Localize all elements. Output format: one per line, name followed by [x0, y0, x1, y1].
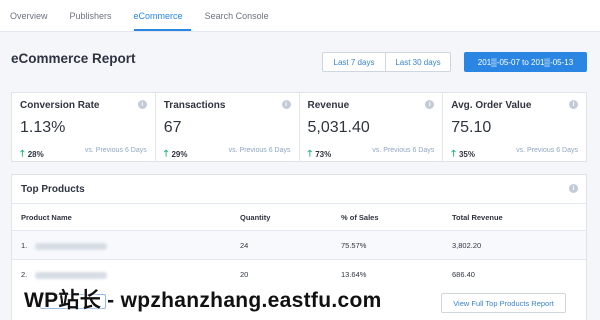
stat-value: 75.10	[451, 119, 492, 136]
watermark: WP站长 - wpzhanzhang.eastfu.com	[24, 289, 382, 312]
stat-change-value: 73%	[315, 149, 332, 159]
percent-sales-cell: 75.57%	[341, 241, 367, 250]
last-7-days-button[interactable]: Last 7 days	[322, 52, 386, 72]
row-index: 2.	[21, 270, 28, 279]
arrow-up-icon: 🡑	[451, 148, 456, 158]
tab-publishers[interactable]: Publishers	[70, 0, 120, 31]
info-icon[interactable]: i	[425, 100, 435, 109]
stat-compare: vs. Previous 6 Days	[372, 147, 435, 154]
stat-revenue: Revenue i 5,031.40 🡑 73% vs. Previous 6 D…	[300, 93, 444, 161]
stat-conversion-rate: Conversion Rate i 1.13% 🡑 28% vs. Previou…	[12, 93, 156, 161]
table-header: Product Name Quantity % of Sales Total R…	[12, 204, 586, 230]
stat-compare: vs. Previous 6 Days	[84, 147, 147, 154]
info-icon[interactable]: i	[137, 100, 147, 109]
info-icon[interactable]: i	[569, 184, 578, 193]
stat-value: 5,031.40	[307, 119, 370, 136]
column-header-quantity: Quantity	[240, 213, 271, 222]
arrow-up-icon: 🡑	[163, 148, 169, 158]
table-row: 1. 24 75.57% 3,802.20	[12, 230, 586, 259]
product-name-cell: 2.	[21, 270, 108, 279]
arrow-up-icon: 🡑	[20, 148, 25, 158]
stat-change: 🡑 28%	[20, 146, 44, 162]
stat-compare: vs. Previous 6 Days	[228, 147, 291, 154]
view-full-top-products-report-button[interactable]: View Full Top Products Report	[441, 293, 566, 313]
row-index: 1.	[21, 241, 28, 250]
date-range-picker-button[interactable]: 201▒-05-07 to 201▒-05-13	[464, 52, 587, 72]
tab-ecommerce[interactable]: eCommerce	[133, 0, 191, 31]
last-30-days-button[interactable]: Last 30 days	[386, 52, 451, 72]
redacted-product-name	[35, 271, 108, 279]
tab-search-console[interactable]: Search Console	[205, 0, 277, 31]
page-title: eCommerce Report	[11, 51, 136, 66]
top-products-title: Top Products	[21, 184, 85, 195]
stat-change: 🡑 73%	[308, 146, 332, 162]
column-header-product-name: Product Name	[21, 213, 72, 222]
stat-change-value: 35%	[458, 149, 475, 159]
stat-change-value: 29%	[171, 149, 188, 159]
stat-change-value: 28%	[27, 149, 44, 159]
quantity-cell: 20	[240, 270, 249, 279]
tab-overview[interactable]: Overview	[10, 0, 56, 31]
product-name-cell: 1.	[21, 241, 108, 250]
arrow-up-icon: 🡑	[307, 148, 313, 158]
stat-change: 🡑 29%	[164, 146, 188, 162]
stat-transactions: Transactions i 67 🡑 29% vs. Previous 6 Da…	[156, 93, 300, 161]
column-header-percent-sales: % of Sales	[341, 213, 379, 222]
stats-panel: Conversion Rate i 1.13% 🡑 28% vs. Previou…	[11, 92, 587, 162]
stat-label: Revenue	[307, 100, 350, 111]
report-tabs: Overview Publishers eCommerce Search Con…	[0, 0, 600, 32]
column-header-total-revenue: Total Revenue	[452, 213, 503, 222]
quantity-cell: 24	[240, 241, 249, 250]
percent-sales-cell: 13.64%	[341, 270, 367, 279]
total-revenue-cell: 3,802.20	[452, 241, 482, 250]
total-revenue-cell: 686.40	[452, 270, 475, 279]
redacted-product-name	[35, 242, 108, 250]
stat-compare: vs. Previous 6 Days	[516, 147, 578, 154]
info-icon[interactable]: i	[281, 100, 291, 109]
stat-value: 1.13%	[20, 119, 66, 136]
stat-label: Transactions	[163, 100, 226, 111]
date-range-presets: Last 7 days Last 30 days	[322, 52, 451, 72]
stat-label: Conversion Rate	[20, 100, 100, 111]
stat-avg-order-value: Avg. Order Value i 75.10 🡑 35% vs. Previo…	[443, 93, 586, 161]
stat-value: 67	[163, 119, 182, 136]
stat-change: 🡑 35%	[451, 146, 475, 162]
info-icon[interactable]: i	[569, 100, 578, 109]
stat-label: Avg. Order Value	[451, 100, 532, 111]
